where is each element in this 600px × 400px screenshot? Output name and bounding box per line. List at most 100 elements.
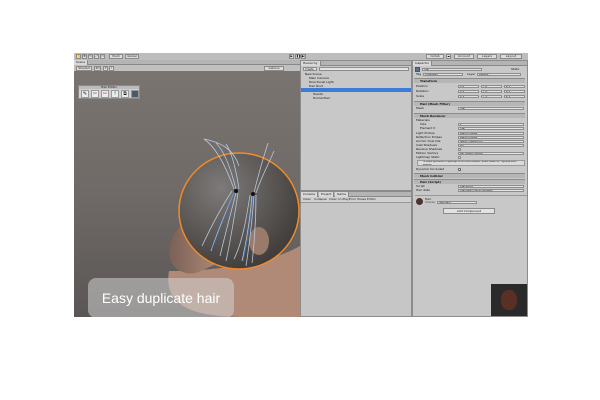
play-icon[interactable]: ▶ bbox=[289, 54, 294, 59]
transform-y-field[interactable]: Y 0 bbox=[481, 85, 502, 88]
transform-x-field[interactable]: X 0 bbox=[458, 90, 479, 93]
console-error-pause-button[interactable]: Error Pause bbox=[349, 197, 366, 202]
tag-dropdown[interactable]: Untagged bbox=[423, 73, 463, 76]
duplicate-tool-icon[interactable]: ⧉ bbox=[121, 90, 129, 98]
transform-x-field[interactable]: X 0 bbox=[458, 85, 479, 88]
transform-x-field[interactable]: X 1 bbox=[458, 95, 479, 98]
layer-label: Layer bbox=[467, 72, 476, 76]
renderer-row-label: Lightmap Static bbox=[416, 155, 440, 159]
scale-tool-icon[interactable]: ⤢ bbox=[94, 54, 99, 59]
pivot-button[interactable]: Pivot bbox=[109, 54, 123, 59]
shader-label: Shader bbox=[425, 200, 436, 204]
console-editor-button[interactable]: Editor bbox=[367, 197, 376, 202]
layers-dropdown[interactable]: Layers bbox=[477, 54, 497, 59]
mesh-filter-header[interactable]: Hair (Mesh Filter) bbox=[414, 101, 525, 106]
renderer-row-dropdown[interactable]: None (Transform) bbox=[458, 140, 524, 143]
step-icon[interactable]: ▶| bbox=[301, 54, 306, 59]
inspector-tab-bar: Inspector bbox=[413, 61, 527, 66]
materials-size-field[interactable]: 1 bbox=[458, 123, 524, 126]
layout-dropdown[interactable]: Layout bbox=[500, 54, 522, 59]
collab-button[interactable]: Collab bbox=[426, 54, 444, 59]
transform-row-label: Scale bbox=[416, 94, 425, 98]
renderer-row-checkbox[interactable] bbox=[458, 156, 461, 159]
add-component-button[interactable]: Add Component bbox=[443, 208, 495, 214]
mesh-renderer-header[interactable]: Mesh Renderer bbox=[414, 113, 525, 118]
transform-y-field[interactable]: Y 1 bbox=[481, 95, 502, 98]
layer-dropdown[interactable]: Default bbox=[477, 73, 521, 76]
gizmos-dropdown[interactable]: Gizmos bbox=[264, 65, 284, 71]
tab-inspector[interactable]: Inspector bbox=[413, 61, 432, 66]
cut-tool-icon[interactable]: ✂ bbox=[101, 90, 109, 98]
dynamic-occluded-label: Dynamic Occluded bbox=[416, 167, 445, 171]
renderer-row-dropdown[interactable]: Blend Probes bbox=[458, 132, 524, 135]
rotate-tool-icon[interactable]: ↻ bbox=[88, 54, 93, 59]
comb-tool-icon[interactable]: ✂ bbox=[91, 90, 99, 98]
shader-dropdown[interactable]: Standard bbox=[437, 201, 477, 204]
lighting-toggle-icon[interactable]: ☀ bbox=[103, 65, 108, 71]
lightmap-note: To enable generation of lightmaps for th… bbox=[417, 160, 525, 166]
script-field[interactable]: HairScript bbox=[458, 185, 524, 188]
scene-view[interactable]: Scene Shaded 2D ☀ ♪ Gizmos Hair Editor ✎… bbox=[74, 60, 300, 317]
preview-head-shape bbox=[501, 290, 517, 310]
hierarchy-panel: Hierarchy Create New Scene Main Camera Dir… bbox=[300, 60, 412, 191]
renderer-row-dropdown[interactable]: On bbox=[458, 144, 524, 147]
dynamic-occluded-checkbox[interactable]: ✓ bbox=[458, 168, 462, 172]
account-dropdown[interactable]: Account bbox=[454, 54, 474, 59]
hand-tool-icon[interactable]: ✋ bbox=[76, 54, 81, 59]
tab-hierarchy[interactable]: Hierarchy bbox=[301, 61, 321, 66]
transform-z-field[interactable]: Z 1 bbox=[504, 95, 525, 98]
console-toolbar: Clear Collapse Clear on Play Error Pause… bbox=[301, 197, 411, 203]
2d-toggle[interactable]: 2D bbox=[94, 65, 101, 71]
character-ear bbox=[249, 227, 269, 255]
hierarchy-item[interactable]: HumanHair bbox=[303, 96, 411, 100]
mesh-label: Mesh bbox=[416, 106, 424, 110]
cloud-icon[interactable]: ☁ bbox=[446, 54, 451, 59]
hair-data-label: Hair data bbox=[416, 188, 430, 192]
console-clear-on-play-button[interactable]: Clear on Play bbox=[329, 197, 349, 202]
transform-y-field[interactable]: Y 0 bbox=[481, 90, 502, 93]
pause-icon[interactable]: ❚❚ bbox=[295, 54, 301, 59]
color-swatch[interactable] bbox=[131, 90, 139, 98]
caption-banner: Easy duplicate hair strands bbox=[88, 278, 234, 317]
hierarchy-search-input[interactable] bbox=[319, 67, 409, 71]
renderer-row-dropdown[interactable]: Per Object Motion bbox=[458, 152, 524, 155]
transform-z-field[interactable]: Z 0 bbox=[504, 90, 525, 93]
tool-window-title: Hair Editor bbox=[79, 86, 139, 89]
scene-viewport[interactable]: Hair Editor ✎ ✂ ✂ ↑ ⧉ Easy duplicate hai… bbox=[74, 71, 300, 317]
shading-mode-dropdown[interactable]: Shaded bbox=[76, 65, 92, 71]
global-button[interactable]: Global bbox=[125, 54, 139, 59]
caption-text: Easy duplicate hair strands bbox=[101, 290, 221, 306]
transform-row-label: Rotation bbox=[416, 89, 429, 93]
grow-tool-icon[interactable]: ↑ bbox=[111, 90, 119, 98]
console-panel: Console Project Game Clear Collapse Clea… bbox=[300, 191, 412, 317]
tag-label: Tag bbox=[416, 72, 422, 76]
strand-root-handle bbox=[251, 192, 255, 196]
brush-tool-icon[interactable]: ✎ bbox=[81, 90, 89, 98]
character-head bbox=[178, 152, 300, 270]
object-preview bbox=[491, 284, 527, 316]
material-sphere-icon bbox=[416, 198, 423, 205]
create-dropdown[interactable]: Create bbox=[303, 67, 317, 71]
console-collapse-button[interactable]: Collapse bbox=[314, 197, 327, 202]
hair-tool-window: Hair Editor ✎ ✂ ✂ ↑ ⧉ bbox=[78, 85, 140, 99]
transform-row-label: Position bbox=[416, 84, 428, 88]
hair-script-header[interactable]: Hair (Script) bbox=[414, 179, 525, 184]
console-clear-button[interactable]: Clear bbox=[303, 197, 311, 202]
unity-editor-window: ✋ ✥ ↻ ⤢ ▭ Pivot Global ▶ ❚❚ ▶| Collab ☁ … bbox=[74, 53, 528, 317]
transform-z-field[interactable]: Z 0 bbox=[504, 85, 525, 88]
inspector-panel: Inspector Hair Static Tag Untagged Layer… bbox=[412, 60, 528, 317]
hair-data-field[interactable]: HairData (HairScriptable) bbox=[458, 189, 524, 192]
transform-header[interactable]: Transform bbox=[414, 78, 525, 83]
audio-toggle-icon[interactable]: ♪ bbox=[109, 65, 114, 71]
mesh-collider-header[interactable]: Mesh Collider bbox=[414, 173, 525, 178]
rect-tool-icon[interactable]: ▭ bbox=[100, 54, 105, 59]
element-field[interactable]: Hair bbox=[458, 127, 524, 130]
move-tool-icon[interactable]: ✥ bbox=[82, 54, 87, 59]
element-label: Element 0 bbox=[420, 126, 436, 130]
material-preview[interactable]: Hair Shader Standard bbox=[415, 195, 527, 206]
mesh-field[interactable]: Hair bbox=[458, 107, 524, 110]
renderer-row-dropdown[interactable]: Blend Probes bbox=[458, 136, 524, 139]
renderer-row-checkbox[interactable] bbox=[458, 148, 461, 151]
object-name-field[interactable]: Hair bbox=[422, 68, 482, 71]
hierarchy-tab-bar: Hierarchy bbox=[301, 61, 411, 66]
